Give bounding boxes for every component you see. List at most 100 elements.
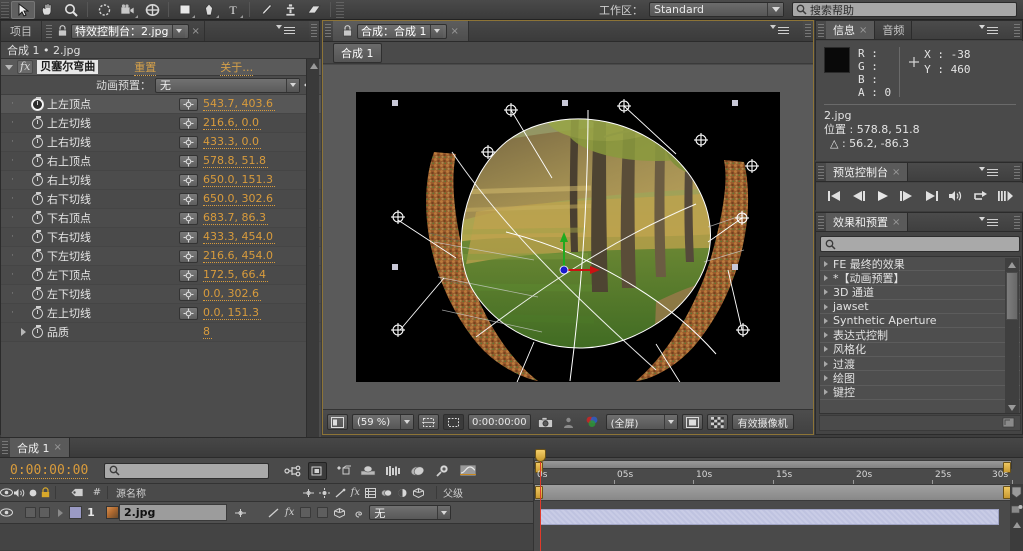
param-row[interactable]: · 下右顶点 683.7, 86.3	[1, 209, 321, 228]
close-icon[interactable]: ×	[892, 217, 900, 228]
effects-search-input[interactable]	[820, 236, 1020, 252]
panel-menu-icon[interactable]	[276, 25, 295, 29]
param-value-wrap[interactable]: 172.5, 66.4	[201, 268, 321, 282]
chevron-down-icon[interactable]	[400, 415, 413, 429]
effects-list-scrollbar[interactable]	[1005, 258, 1019, 413]
composition-stage[interactable]	[356, 92, 780, 409]
layer-frame-blend-switch[interactable]	[300, 507, 312, 518]
tab-grip[interactable]	[818, 216, 824, 229]
layer-audio-toggle[interactable]	[25, 507, 36, 518]
timeline-right-scrollbar[interactable]	[1010, 484, 1023, 551]
close-icon[interactable]: ×	[192, 26, 200, 37]
column-header-source-name[interactable]: 源名称	[116, 485, 303, 500]
param-value-wrap[interactable]: 0.0, 302.6	[201, 287, 321, 301]
eraser-tool[interactable]	[302, 1, 326, 19]
effect-controls-scrollbar[interactable]	[306, 59, 319, 456]
column-header-parent[interactable]: 父级	[443, 485, 533, 500]
about-button[interactable]: 关于…	[220, 59, 254, 76]
panel-resize-grip[interactable]	[805, 24, 811, 37]
effect-header-bezier-warp[interactable]: fx 贝塞尔弯曲 重置 关于…	[1, 59, 321, 76]
comp-marker-bin-icon[interactable]	[1010, 484, 1023, 500]
param-value-wrap[interactable]: 578.8, 51.8	[201, 154, 321, 168]
active-camera-select[interactable]: 有效摄像机	[731, 414, 794, 430]
loop-icon[interactable]	[973, 190, 988, 205]
timeline-layer-row[interactable]: 1 2.jpg fx 无	[0, 502, 533, 524]
chevron-down-icon[interactable]	[437, 506, 451, 519]
param-value-wrap[interactable]: 543.7, 403.6	[201, 97, 321, 111]
param-row-quality[interactable]: 品质 8	[1, 323, 321, 342]
stopwatch-icon[interactable]	[29, 305, 45, 319]
param-value-quality-wrap[interactable]: 8	[201, 325, 321, 339]
tab-project[interactable]: 项目	[1, 21, 42, 41]
tab-grip[interactable]	[46, 24, 52, 38]
param-row[interactable]: · 右上顶点 578.8, 51.8	[1, 152, 321, 171]
scroll-down-button[interactable]	[1005, 401, 1019, 413]
layer-duration-bar[interactable]	[540, 509, 999, 525]
tab-preview[interactable]: 预览控制台 ×	[826, 163, 909, 181]
choose-grid-guides-icon[interactable]	[418, 414, 439, 430]
stopwatch-icon[interactable]	[29, 229, 45, 243]
region-of-interest-icon[interactable]	[443, 414, 464, 430]
effects-list-item[interactable]: 键控	[820, 386, 1020, 400]
chevron-down-icon[interactable]	[286, 78, 299, 92]
previous-frame-icon[interactable]	[851, 190, 866, 205]
toggle-transparency-grid-icon[interactable]	[706, 414, 728, 430]
pen-tool[interactable]	[197, 1, 221, 19]
param-anchor-button[interactable]	[175, 249, 201, 263]
param-anchor-button[interactable]	[175, 268, 201, 282]
work-area-bar[interactable]	[534, 484, 1012, 501]
show-snapshot-icon[interactable]	[560, 414, 578, 430]
graph-editor-icon[interactable]	[458, 462, 477, 480]
panel-menu-icon[interactable]	[770, 25, 789, 29]
layer-motion-blur-switch[interactable]	[317, 507, 329, 518]
param-row[interactable]: · 上左切线 216.6, 0.0	[1, 114, 321, 133]
layer-source-name[interactable]: 2.jpg	[119, 504, 227, 521]
animation-preset-select[interactable]: 无	[155, 77, 300, 93]
resolution-select[interactable]: (全屏)	[605, 414, 678, 430]
param-value-wrap[interactable]: 433.3, 0.0	[201, 135, 321, 149]
layer-effects-switch-icon[interactable]: fx	[285, 507, 294, 518]
cti-handle[interactable]	[535, 449, 546, 462]
toolbar-grip-2[interactable]	[336, 1, 344, 18]
param-anchor-button[interactable]	[175, 230, 201, 244]
tab-info[interactable]: 信息 ×	[826, 21, 876, 39]
panel-resize-grip[interactable]	[1014, 166, 1020, 179]
zoom-tool[interactable]	[59, 1, 83, 19]
param-row[interactable]: · 右下切线 650.0, 302.6	[1, 190, 321, 209]
scroll-up-button[interactable]	[307, 59, 320, 72]
scroll-up-button[interactable]	[1005, 258, 1019, 271]
quality-twirl[interactable]	[17, 328, 29, 336]
brush-tool[interactable]	[254, 1, 278, 19]
chevron-down-icon[interactable]	[171, 24, 185, 38]
new-folder-icon[interactable]	[1002, 416, 1015, 431]
tab-grip[interactable]	[818, 24, 824, 37]
param-anchor-button[interactable]	[175, 211, 201, 225]
stopwatch-icon[interactable]	[29, 115, 45, 129]
scrollbar-thumb[interactable]	[1006, 272, 1018, 320]
pan-behind-tool[interactable]	[140, 1, 164, 19]
composition-title-box[interactable]: 合成：合成 1	[357, 23, 447, 39]
enable-motion-blur-icon[interactable]	[383, 462, 402, 480]
brainstorm-icon[interactable]	[433, 462, 452, 480]
stopwatch-icon[interactable]	[29, 324, 45, 338]
composition-canvas[interactable]	[323, 65, 813, 409]
layer-video-toggle[interactable]	[0, 508, 13, 517]
chevron-down-icon[interactable]	[5, 64, 13, 70]
param-value-wrap[interactable]: 433.3, 454.0	[201, 230, 321, 244]
graph-editor-curves-icon[interactable]	[408, 462, 427, 480]
stopwatch-icon[interactable]	[29, 286, 45, 300]
first-frame-icon[interactable]	[827, 190, 842, 205]
stopwatch-icon[interactable]	[29, 248, 45, 262]
camera-tool[interactable]	[116, 1, 140, 19]
effects-list-item[interactable]: jawset	[820, 300, 1020, 315]
current-time-display[interactable]: 0:00:00:00	[468, 414, 531, 430]
audio-icon[interactable]	[948, 190, 963, 205]
effects-category-list[interactable]: FE 最终的效果 *【动画预置】 3D 通道 jawset Synthetic Aper…	[819, 256, 1021, 414]
param-row[interactable]: · 左下顶点 172.5, 66.4	[1, 266, 321, 285]
timeline-search-input[interactable]	[104, 462, 270, 479]
param-value-wrap[interactable]: 683.7, 86.3	[201, 211, 321, 225]
magnification-select[interactable]: (59 %)	[352, 414, 414, 430]
play-icon[interactable]	[876, 190, 890, 205]
panel-resize-grip[interactable]	[1014, 24, 1020, 37]
stopwatch-icon[interactable]	[29, 96, 45, 110]
